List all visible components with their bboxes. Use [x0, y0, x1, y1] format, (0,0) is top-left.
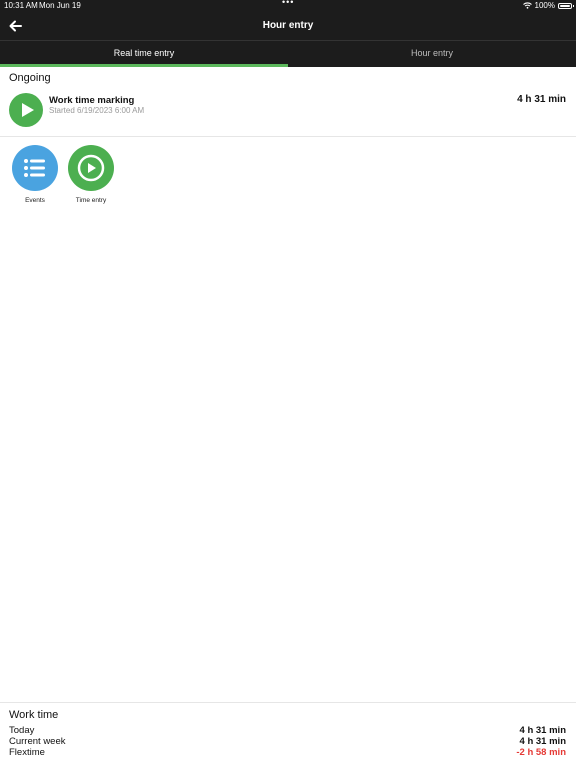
- summary-row-flextime: Flextime -2 h 58 min: [9, 747, 566, 758]
- play-icon[interactable]: [9, 93, 43, 127]
- summary-value-negative: -2 h 58 min: [516, 747, 566, 758]
- ongoing-item-title: Work time marking: [49, 95, 135, 106]
- navigation-bar: Hour entry: [0, 12, 576, 40]
- play-icon: [68, 145, 114, 191]
- tab-bar: Real time entry Hour entry: [0, 40, 576, 67]
- ongoing-section-title: Ongoing: [9, 72, 51, 84]
- status-time: 10:31 AM: [4, 1, 38, 10]
- status-bar: 10:31 AM Mon Jun 19 ••• 100%: [0, 0, 576, 12]
- active-tab-indicator: [0, 64, 288, 67]
- page-title: Hour entry: [262, 20, 314, 31]
- tab-hour-entry[interactable]: Hour entry: [288, 41, 576, 67]
- status-date: Mon Jun 19: [39, 1, 81, 10]
- work-time-title: Work time: [9, 709, 59, 721]
- status-right: 100%: [522, 1, 574, 10]
- summary-label: Today: [9, 725, 35, 736]
- time-entry-label: Time entry: [75, 197, 107, 204]
- summary-row-today: Today 4 h 31 min: [9, 725, 566, 736]
- summary-label: Flextime: [9, 747, 45, 758]
- list-icon: [12, 145, 58, 191]
- battery-percent: 100%: [534, 1, 555, 10]
- top-bar: 10:31 AM Mon Jun 19 ••• 100% Hour entry …: [0, 0, 576, 67]
- ongoing-item[interactable]: Work time marking Started 6/19/2023 6:00…: [0, 88, 576, 137]
- summary-value: 4 h 31 min: [519, 725, 566, 736]
- ongoing-item-start: Started 6/19/2023 6:00 AM: [49, 106, 145, 115]
- action-tiles: Events Time entry: [0, 145, 576, 215]
- events-label: Events: [25, 197, 45, 204]
- multitasking-dots[interactable]: •••: [282, 0, 294, 7]
- ongoing-item-duration: 4 h 31 min: [517, 94, 566, 105]
- summary-row-current-week: Current week 4 h 31 min: [9, 736, 566, 747]
- work-time-summary: Work time Today 4 h 31 min Current week …: [0, 702, 576, 768]
- summary-value: 4 h 31 min: [519, 736, 566, 747]
- summary-label: Current week: [9, 736, 66, 747]
- wifi-icon: [522, 2, 532, 9]
- battery-icon: [558, 2, 574, 9]
- time-entry-button[interactable]: Time entry: [62, 145, 118, 207]
- events-button[interactable]: Events: [6, 145, 62, 207]
